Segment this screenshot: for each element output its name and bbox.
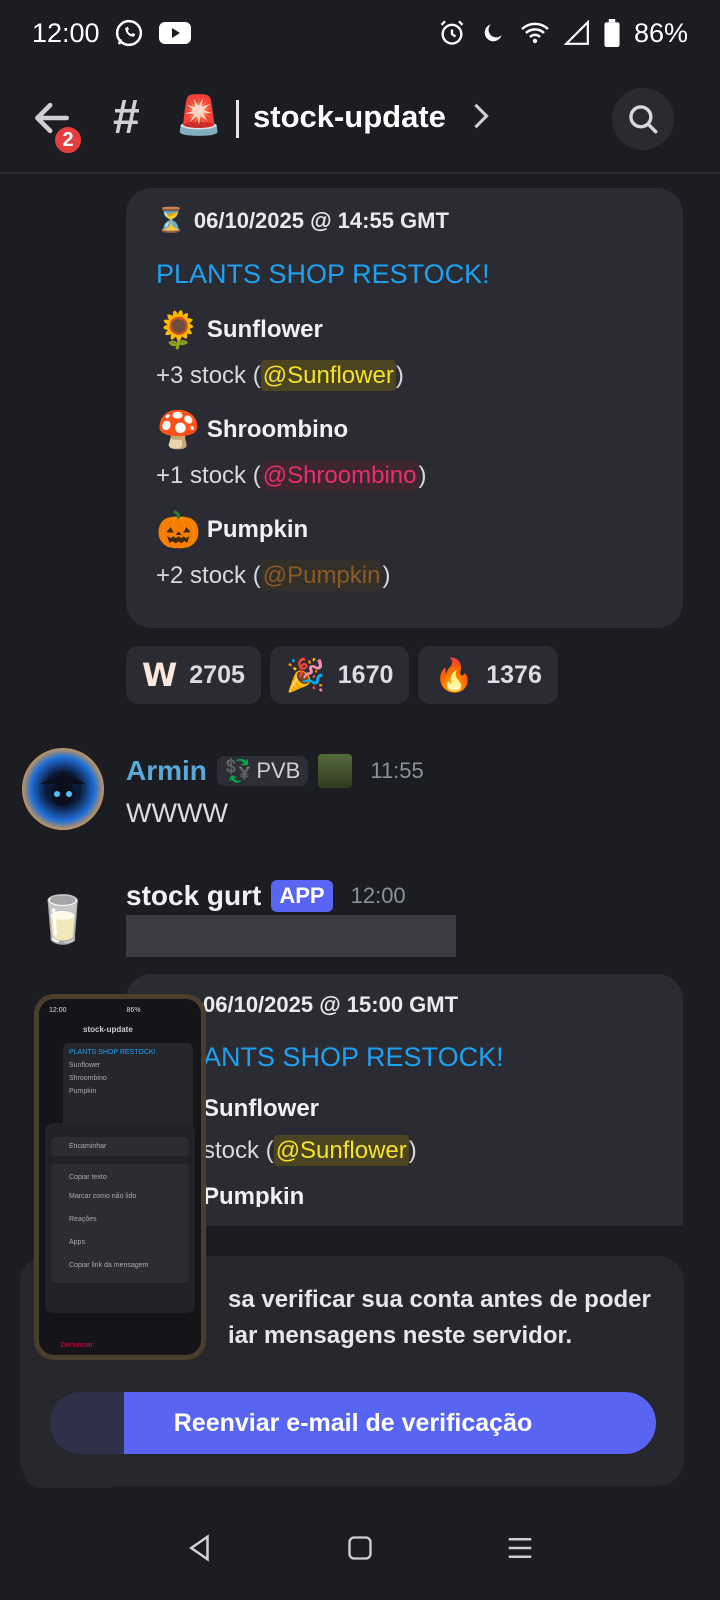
search-icon <box>629 105 658 134</box>
role-mention[interactable]: @Sunflower <box>260 360 396 391</box>
item-pumpkin: 🎃 Pumpkin <box>156 509 309 550</box>
title-divider <box>236 100 239 138</box>
youtube-icon <box>158 20 192 46</box>
embed-title: ANTS SHOP RESTOCK! <box>203 1042 504 1072</box>
redacted-block <box>126 915 456 957</box>
item-stock: +3 stock (@Sunflower) <box>156 360 404 391</box>
nav-home-icon[interactable] <box>346 1534 374 1567</box>
guild-tag[interactable]: 💱 PVB <box>216 756 309 786</box>
whatsapp-icon <box>114 18 144 48</box>
item-stock: +2 stock (@Pumpkin) <box>156 560 391 591</box>
author-name: Armin 💱 PVB 11:55 <box>126 754 424 788</box>
avatar[interactable] <box>22 748 104 830</box>
author-name: stock gurt APP 12:00 <box>126 880 406 912</box>
battery-icon <box>604 19 620 47</box>
w-emoji-icon: W <box>142 656 178 694</box>
item-stock: stock (@Sunflower) <box>203 1135 417 1166</box>
embed-timestamp: ⏳ 06/10/2025 @ 14:55 GMT <box>156 207 449 234</box>
sunflower-icon: 🌻 <box>156 309 201 350</box>
moon-icon <box>480 20 506 46</box>
search-button[interactable] <box>612 88 674 150</box>
status-time: 12:00 <box>32 17 100 48</box>
signal-icon <box>563 20 590 46</box>
avatar[interactable]: 🥛 <box>22 878 104 960</box>
back-button[interactable]: 2 <box>30 96 84 156</box>
wifi-icon <box>520 20 550 46</box>
reaction-party[interactable]: 🎉 1670 <box>269 646 410 704</box>
item-shroombino: 🍄 Shroombino <box>156 409 349 450</box>
alarm-icon <box>438 19 466 47</box>
item-sunflower: Sunflower <box>203 1095 320 1122</box>
role-icon <box>318 754 353 788</box>
channel-hash-icon: # <box>113 91 140 144</box>
restock-embed: 06/10/2025 @ 15:00 GMT ANTS SHOP RESTOCK… <box>126 974 683 1226</box>
channel-header: 2 # 🚨 stock-update <box>0 74 720 174</box>
fire-icon: 🔥 <box>434 657 475 693</box>
restock-embed: ⏳ 06/10/2025 @ 14:55 GMT PLANTS SHOP RES… <box>126 188 683 628</box>
reaction-w[interactable]: W 2705 <box>126 646 261 704</box>
money-exchange-icon: 💱 <box>224 758 253 783</box>
message-armin: Armin 💱 PVB 11:55 WWWW <box>0 746 720 836</box>
embed-title: PLANTS SHOP RESTOCK! <box>156 259 490 289</box>
item-pumpkin: Pumpkin <box>203 1187 305 1207</box>
party-popper-icon: 🎉 <box>285 657 326 693</box>
pumpkin-icon: 🎃 <box>156 509 201 550</box>
embed-timestamp: 06/10/2025 @ 15:00 GMT <box>203 992 459 1017</box>
status-bar: 12:00 86% <box>0 0 720 66</box>
resend-verification-button[interactable]: Reenviar e-mail de verificação <box>50 1392 656 1454</box>
hourglass-icon: ⏳ <box>156 207 186 234</box>
role-mention[interactable]: @Sunflower <box>273 1135 409 1166</box>
screenshot-thumbnail[interactable]: 12:00 86% stock-update PLANTS SHOP RESTO… <box>34 994 206 1360</box>
chevron-right-icon[interactable] <box>472 102 490 137</box>
reaction-fire[interactable]: 🔥 1376 <box>418 646 558 704</box>
siren-emoji: 🚨 <box>175 95 223 137</box>
item-sunflower: 🌻 Sunflower <box>156 309 323 350</box>
mushroom-icon: 🍄 <box>156 409 201 450</box>
channel-title[interactable]: stock-update <box>253 99 446 135</box>
app-badge: APP <box>271 880 333 912</box>
message-stock-gurt: 🥛 stock gurt APP 12:00 <box>0 876 720 966</box>
item-stock: +1 stock (@Shroombino) <box>156 460 427 491</box>
nav-back-icon[interactable] <box>185 1533 215 1568</box>
reactions-row: W 2705 🎉 1670 🔥 1376 <box>126 646 558 704</box>
message-text: WWWW <box>126 798 228 828</box>
battery-percent: 86% <box>633 17 688 48</box>
unread-badge: 2 <box>52 124 84 156</box>
system-nav-bar <box>0 1500 720 1600</box>
nav-recents-icon[interactable] <box>505 1533 535 1568</box>
role-mention[interactable]: @Shroombino <box>260 460 419 491</box>
thumbnail-shadow <box>24 1378 124 1488</box>
role-mention[interactable]: @Pumpkin <box>260 560 383 591</box>
